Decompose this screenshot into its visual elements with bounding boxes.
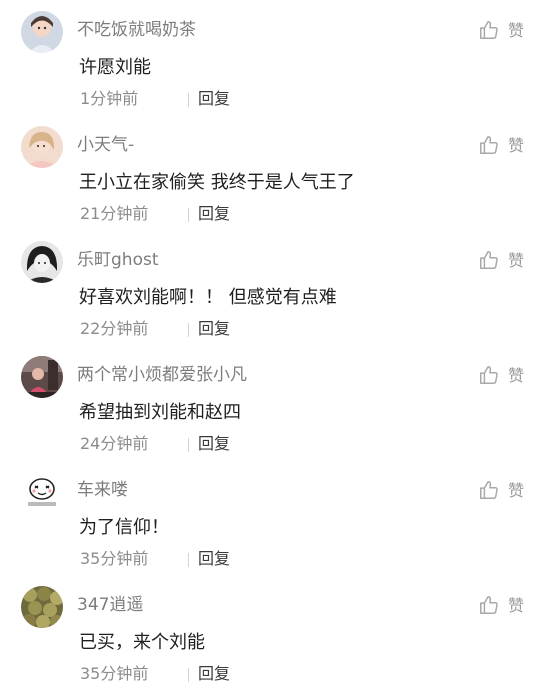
comment-text: 王小立在家偷笑 我终于是人气王了 [79,172,355,193]
comment-item: 不吃饭就喝奶茶 赞 许愿刘能 1分钟前 回复 [0,0,548,115]
like-button[interactable]: 赞 [478,593,538,621]
username[interactable]: 小天气- [77,133,134,157]
username[interactable]: 乐町ghost [77,248,159,272]
comment-list: 不吃饭就喝奶茶 赞 许愿刘能 1分钟前 回复 小天气- 赞 王小立在家偷笑 我终… [0,0,548,695]
reply-button[interactable]: 回复 [198,662,230,686]
divider [188,553,189,567]
comment-text: 许愿刘能 [79,57,151,78]
dark-hair-avatar[interactable] [21,241,63,283]
comment-time: 24分钟前 [80,434,149,453]
reply-button[interactable]: 回复 [198,317,230,341]
thumbs-up-icon [480,21,498,39]
reply-button[interactable]: 回复 [198,202,230,226]
comment-time: 35分钟前 [80,664,149,683]
thumbs-up-icon [480,251,498,269]
girl-blonde-avatar[interactable] [21,126,63,168]
thumbs-up-icon [480,366,498,384]
divider [188,93,189,107]
like-label: 赞 [508,251,525,270]
username[interactable]: 不吃饭就喝奶茶 [77,18,196,42]
girl-portrait-avatar[interactable] [21,11,63,53]
divider [188,323,189,337]
username[interactable]: 车来喽 [77,478,128,502]
like-button[interactable]: 赞 [478,478,538,506]
divider [188,208,189,222]
like-button[interactable]: 赞 [478,18,538,46]
like-label: 赞 [508,481,525,500]
comment-time: 21分钟前 [80,204,149,223]
comment-time: 1分钟前 [80,89,139,108]
comment-item: 小天气- 赞 王小立在家偷笑 我终于是人气王了 21分钟前 回复 [0,115,548,230]
username[interactable]: 两个常小烦都爱张小凡 [77,363,247,387]
thumbs-up-icon [480,596,498,614]
comment-item: 两个常小烦都爱张小凡 赞 希望抽到刘能和赵四 24分钟前 回复 [0,345,548,460]
comment-time: 35分钟前 [80,549,149,568]
reply-button[interactable]: 回复 [198,432,230,456]
thumbs-up-icon [480,136,498,154]
comment-text: 已买，来个刘能 [79,632,205,653]
like-label: 赞 [508,366,525,385]
like-button[interactable]: 赞 [478,248,538,276]
comment-text: 希望抽到刘能和赵四 [79,402,241,423]
like-label: 赞 [508,596,525,615]
comment-time: 22分钟前 [80,319,149,338]
like-button[interactable]: 赞 [478,363,538,391]
like-label: 赞 [508,21,525,40]
comment-item: 车来喽 赞 为了信仰！ 35分钟前 回复 [0,460,548,575]
comment-text: 好喜欢刘能啊！！ 但感觉有点难 [79,287,337,308]
thumbs-up-icon [480,481,498,499]
reply-button[interactable]: 回复 [198,547,230,571]
username[interactable]: 347逍遥 [77,593,143,617]
coins-avatar[interactable] [21,586,63,628]
comment-item: 347逍遥 赞 已买，来个刘能 35分钟前 回复 [0,575,548,690]
scene-photo-avatar[interactable] [21,356,63,398]
like-button[interactable]: 赞 [478,133,538,161]
comment-text: 为了信仰！ [79,517,169,538]
like-label: 赞 [508,136,525,155]
divider [188,668,189,682]
comment-item: 乐町ghost 赞 好喜欢刘能啊！！ 但感觉有点难 22分钟前 回复 [0,230,548,345]
divider [188,438,189,452]
reply-button[interactable]: 回复 [198,87,230,111]
cartoon-face-avatar[interactable] [21,471,63,513]
